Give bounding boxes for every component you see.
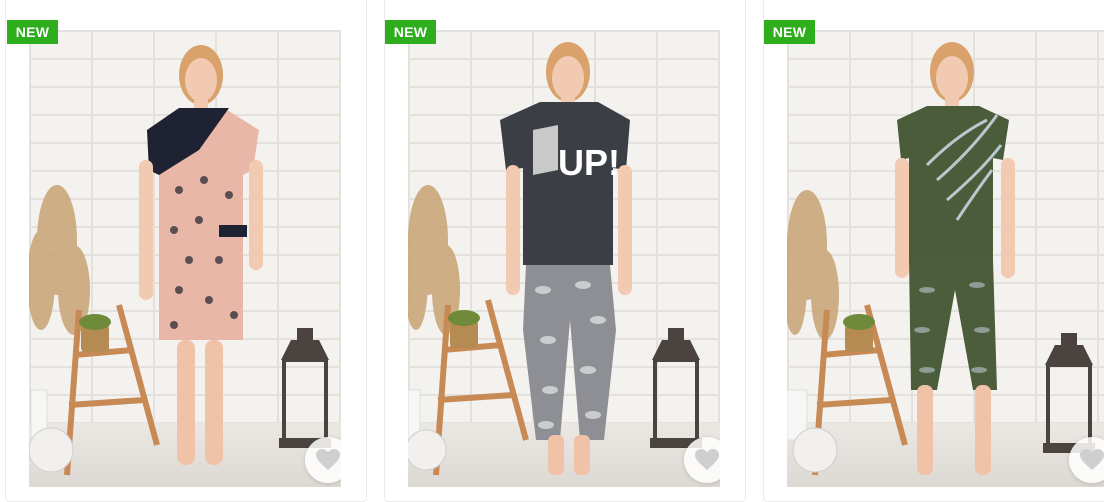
heart-icon bbox=[695, 449, 719, 470]
shirt-print-text: UP! bbox=[558, 142, 620, 183]
product-image[interactable] bbox=[29, 30, 341, 487]
product-card[interactable]: NEW bbox=[763, 0, 1104, 502]
product-image[interactable] bbox=[787, 30, 1104, 487]
model-illustration bbox=[29, 45, 331, 476]
product-card[interactable]: NEW bbox=[384, 0, 746, 502]
new-badge: NEW bbox=[385, 20, 436, 44]
heart-icon bbox=[316, 449, 340, 470]
model-illustration bbox=[787, 42, 1095, 476]
heart-icon bbox=[1080, 449, 1104, 470]
product-card[interactable]: NEW bbox=[5, 0, 367, 502]
product-image[interactable]: UP! bbox=[408, 30, 720, 487]
model-illustration: UP! bbox=[408, 42, 702, 476]
new-badge: NEW bbox=[764, 20, 815, 44]
product-grid: NEW NEW UP! NEW bbox=[0, 0, 1104, 502]
new-badge: NEW bbox=[7, 20, 58, 44]
